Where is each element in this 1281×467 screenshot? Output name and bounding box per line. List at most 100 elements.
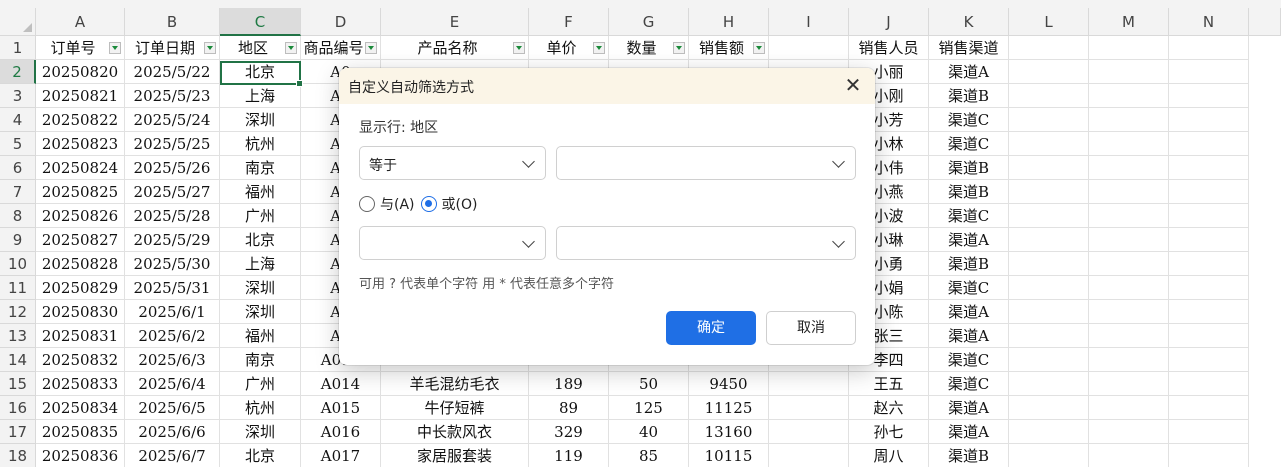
row-header-10[interactable]: 10: [0, 252, 36, 276]
cell[interactable]: A017: [301, 444, 381, 467]
row-header-16[interactable]: 16: [0, 396, 36, 420]
cell[interactable]: 深圳: [220, 276, 301, 300]
cell[interactable]: [1009, 204, 1089, 228]
cell[interactable]: 福州: [220, 180, 301, 204]
cell[interactable]: 2025/5/25: [125, 132, 220, 156]
condition2-value-combobox[interactable]: [556, 226, 856, 260]
cell[interactable]: 20250825: [36, 180, 125, 204]
cell[interactable]: [1009, 84, 1089, 108]
cell[interactable]: 20250827: [36, 228, 125, 252]
cell[interactable]: 深圳: [220, 300, 301, 324]
cell[interactable]: 南京: [220, 156, 301, 180]
cell[interactable]: 王五: [849, 372, 929, 396]
cell[interactable]: [1009, 420, 1089, 444]
cell[interactable]: [1169, 252, 1249, 276]
cell[interactable]: [1009, 348, 1089, 372]
row-header-2[interactable]: 2: [0, 60, 36, 84]
cell[interactable]: 125: [609, 396, 689, 420]
cell[interactable]: [1169, 84, 1249, 108]
cell[interactable]: 孙七: [849, 420, 929, 444]
cell[interactable]: [1089, 204, 1169, 228]
filter-dropdown-icon[interactable]: [109, 42, 121, 54]
cell[interactable]: 20250822: [36, 108, 125, 132]
row-header-13[interactable]: 13: [0, 324, 36, 348]
row-header-8[interactable]: 8: [0, 204, 36, 228]
cell[interactable]: A015: [301, 396, 381, 420]
cell[interactable]: [769, 444, 849, 467]
cell[interactable]: 中长款风衣: [381, 420, 529, 444]
cell[interactable]: 渠道C: [929, 204, 1009, 228]
cell[interactable]: [1169, 420, 1249, 444]
cell[interactable]: [1089, 108, 1169, 132]
radio-or[interactable]: [420, 196, 437, 212]
cell[interactable]: 20250829: [36, 276, 125, 300]
row-header-11[interactable]: 11: [0, 276, 36, 300]
cell[interactable]: 2025/6/7: [125, 444, 220, 467]
row-header-5[interactable]: 5: [0, 132, 36, 156]
cell[interactable]: [1089, 300, 1169, 324]
filter-dropdown-icon[interactable]: [204, 42, 216, 54]
cell[interactable]: [1169, 132, 1249, 156]
column-header-a[interactable]: A: [36, 8, 125, 36]
cell[interactable]: [1009, 156, 1089, 180]
cell[interactable]: 20250820: [36, 60, 125, 84]
row-header-3[interactable]: 3: [0, 84, 36, 108]
cell[interactable]: 渠道B: [929, 444, 1009, 467]
row-header-4[interactable]: 4: [0, 108, 36, 132]
cell[interactable]: 329: [529, 420, 609, 444]
header-cell[interactable]: 地区: [220, 36, 301, 60]
condition1-operator-select[interactable]: 等于: [359, 146, 546, 180]
column-header-e[interactable]: E: [381, 8, 529, 36]
cell[interactable]: [1009, 372, 1089, 396]
cell[interactable]: 2025/5/28: [125, 204, 220, 228]
cell[interactable]: 11125: [689, 396, 769, 420]
cell[interactable]: 渠道A: [929, 324, 1009, 348]
cell[interactable]: 20250824: [36, 156, 125, 180]
ok-button[interactable]: 确定: [666, 311, 756, 345]
cell[interactable]: 10115: [689, 444, 769, 467]
cell[interactable]: [1089, 276, 1169, 300]
cell[interactable]: 渠道C: [929, 372, 1009, 396]
cell[interactable]: 20250834: [36, 396, 125, 420]
header-cell[interactable]: 数量: [609, 36, 689, 60]
cell[interactable]: 上海: [220, 84, 301, 108]
header-cell[interactable]: [1089, 36, 1169, 60]
cell[interactable]: [1169, 348, 1249, 372]
cell[interactable]: 20250831: [36, 324, 125, 348]
cell[interactable]: 2025/6/2: [125, 324, 220, 348]
cell[interactable]: 赵六: [849, 396, 929, 420]
radio-and[interactable]: [359, 196, 375, 212]
cell[interactable]: [1009, 252, 1089, 276]
cell[interactable]: 2025/5/30: [125, 252, 220, 276]
cell[interactable]: 20250830: [36, 300, 125, 324]
header-cell[interactable]: 销售人员: [849, 36, 929, 60]
cell[interactable]: [1169, 60, 1249, 84]
cell[interactable]: 广州: [220, 204, 301, 228]
cell[interactable]: 20250828: [36, 252, 125, 276]
cell[interactable]: [1169, 228, 1249, 252]
cell[interactable]: 深圳: [220, 108, 301, 132]
cell[interactable]: 2025/5/27: [125, 180, 220, 204]
cell[interactable]: 2025/5/29: [125, 228, 220, 252]
select-all-corner[interactable]: [0, 8, 36, 36]
cell[interactable]: 渠道B: [929, 84, 1009, 108]
cell[interactable]: [1009, 324, 1089, 348]
cell[interactable]: 渠道A: [929, 396, 1009, 420]
cell[interactable]: 渠道B: [929, 180, 1009, 204]
column-header-j[interactable]: J: [849, 8, 929, 36]
filter-dropdown-icon[interactable]: [285, 42, 297, 54]
cell[interactable]: 2025/5/22: [125, 60, 220, 84]
row-header-18[interactable]: 18: [0, 444, 36, 467]
header-cell[interactable]: [769, 36, 849, 60]
row-header-7[interactable]: 7: [0, 180, 36, 204]
cell[interactable]: 渠道B: [929, 156, 1009, 180]
cell[interactable]: 20250821: [36, 84, 125, 108]
cell[interactable]: [1089, 60, 1169, 84]
header-cell[interactable]: 订单号: [36, 36, 125, 60]
column-header-f[interactable]: F: [529, 8, 609, 36]
column-header-g[interactable]: G: [609, 8, 689, 36]
column-header-k[interactable]: K: [929, 8, 1009, 36]
cell[interactable]: [1169, 180, 1249, 204]
close-icon[interactable]: ✕: [841, 74, 865, 98]
condition2-operator-select[interactable]: [359, 226, 546, 260]
